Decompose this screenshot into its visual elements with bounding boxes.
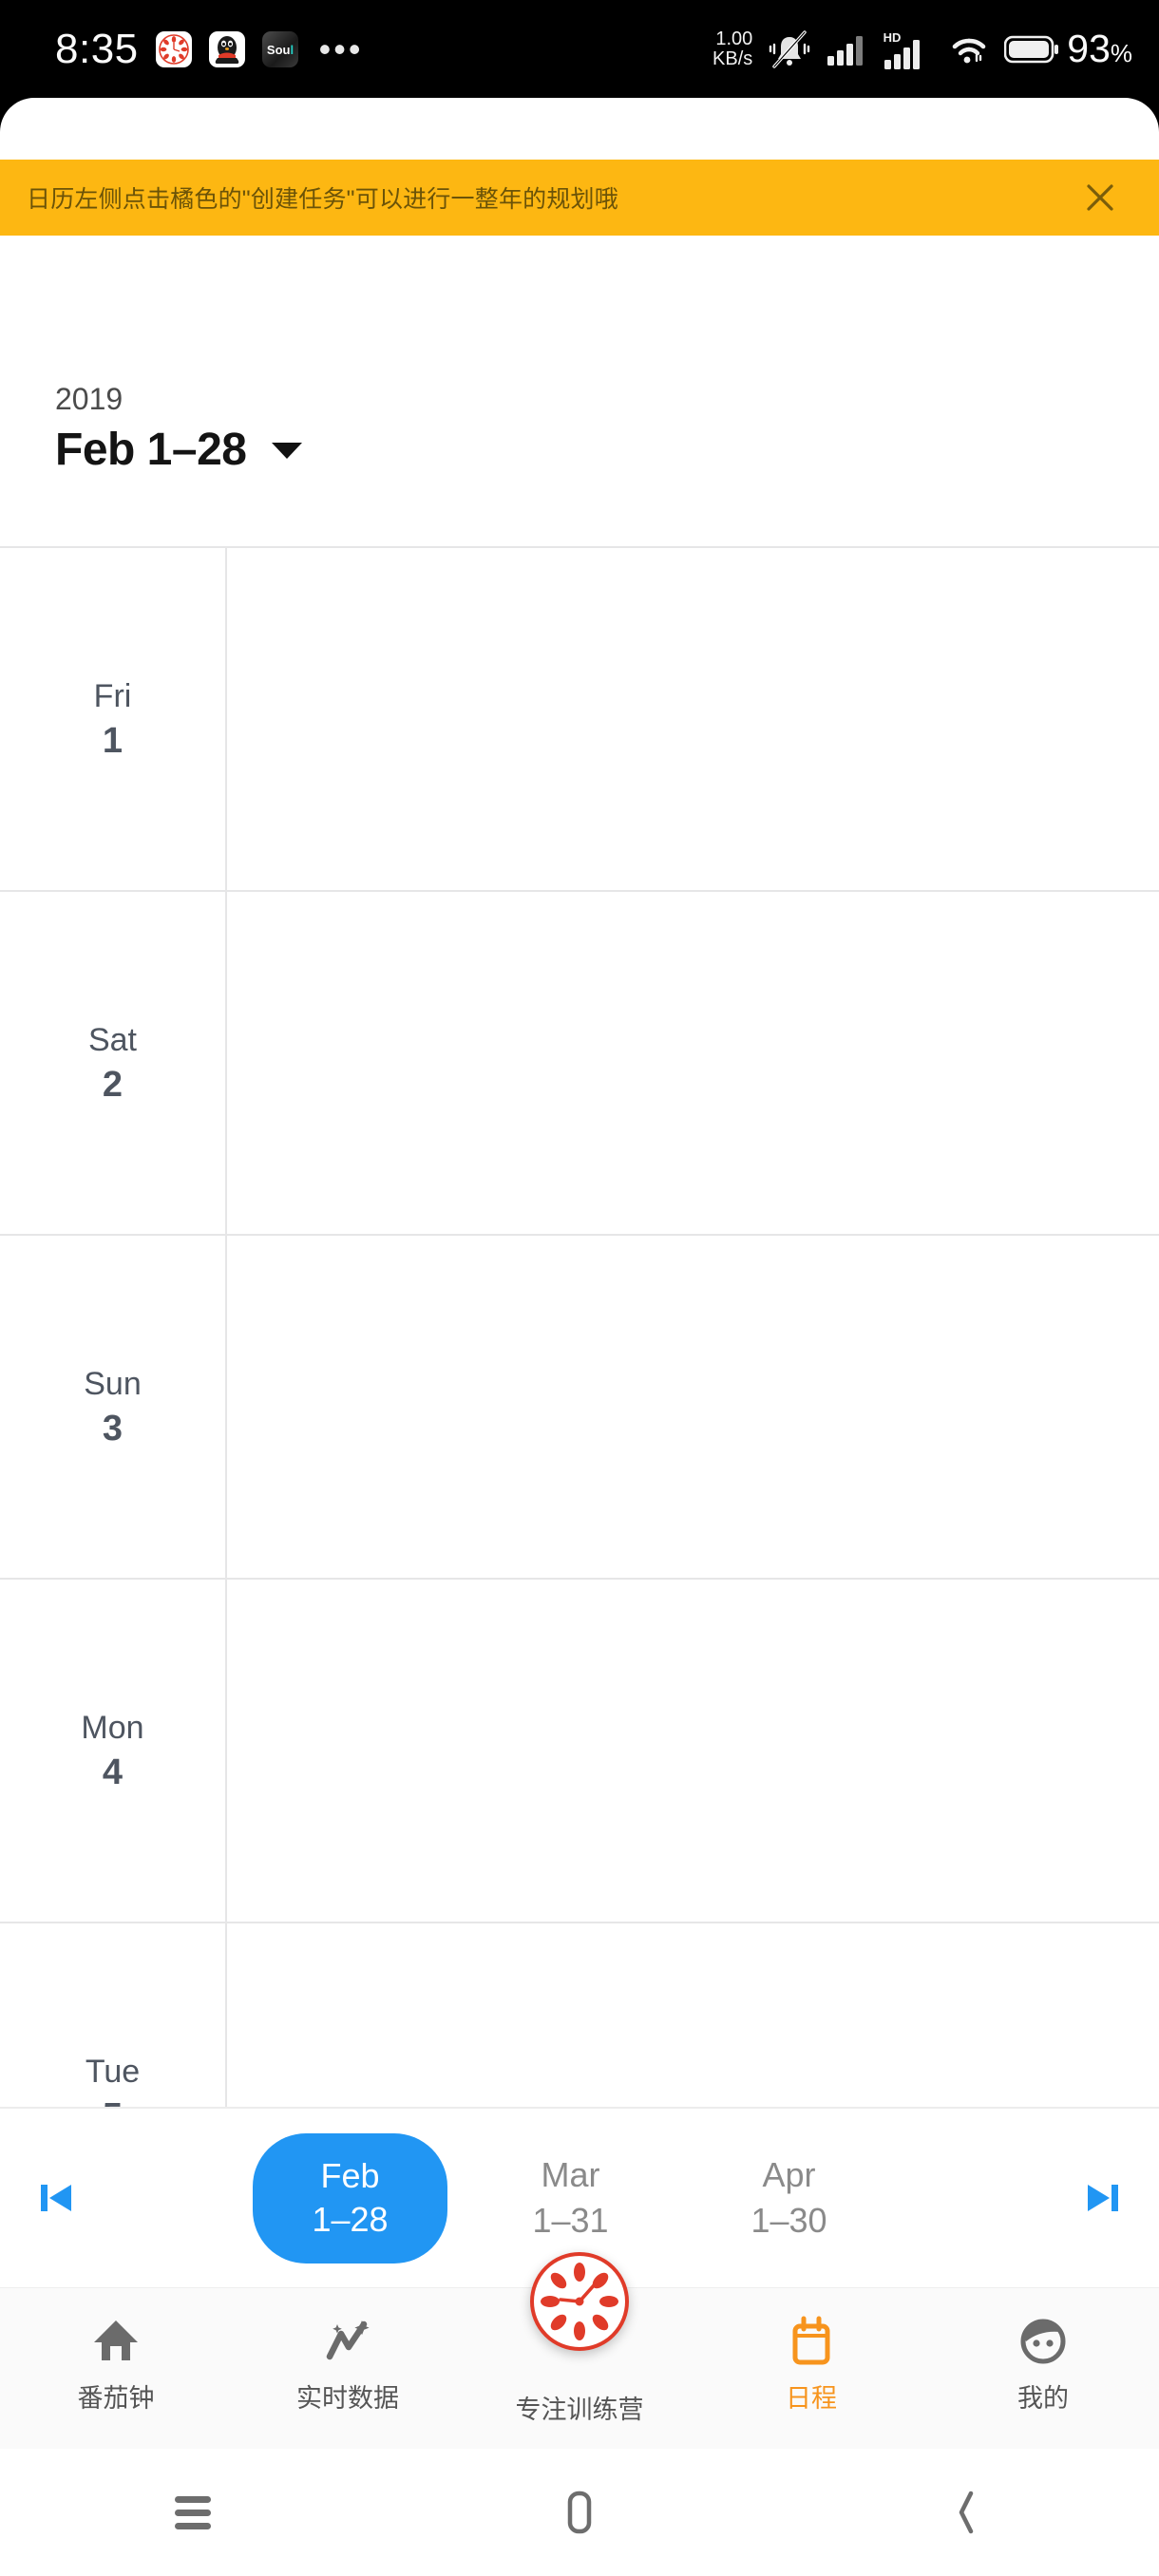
mute-icon (770, 29, 810, 68)
table-row[interactable]: Tue 5 (0, 1923, 1159, 2107)
menu-bar-2 (175, 2509, 212, 2516)
status-bar-overflow-icon: ••• (318, 28, 364, 68)
status-bar: 8:35 Soul ••• 1.00 KB/s HD 93% (0, 0, 1159, 98)
day-number-label: 2 (102, 1065, 124, 1105)
bottom-tab-bar[interactable]: 番茄钟 实时数据 专注训练营 日程 我的 (0, 2252, 1159, 2449)
day-gutter[interactable]: Sat 2 (0, 892, 225, 1234)
day-of-week-label: Fri (93, 678, 132, 714)
day-gutter[interactable]: Tue 5 (0, 1923, 225, 2107)
soul-app-icon: Soul (261, 30, 298, 67)
tab-realtime-data[interactable]: 实时数据 (232, 2288, 464, 2449)
menu-icon[interactable] (122, 2449, 264, 2576)
qq-app-icon (208, 30, 245, 67)
month-range-label: 1–28 (312, 2200, 389, 2239)
tab-focus-camp[interactable]: 专注训练营 (464, 2252, 695, 2449)
day-of-week-label: Sun (84, 1366, 142, 1402)
day-number-label: 1 (102, 721, 124, 761)
tab-pomodoro[interactable]: 番茄钟 (0, 2288, 232, 2449)
hd-signal-icon: HD (884, 30, 921, 69)
back-chevron-icon[interactable] (895, 2449, 1037, 2576)
table-row[interactable]: Sat 2 (0, 892, 1159, 1236)
day-number-label: 3 (102, 1409, 124, 1449)
network-speed-value: 1.00 (715, 28, 753, 49)
month-chip-active[interactable]: Feb 1–28 (253, 2132, 447, 2263)
prev-month-button[interactable] (0, 2171, 112, 2225)
tab-label: 日程 (786, 2384, 837, 2413)
tab-label: 专注训练营 (515, 2396, 644, 2424)
status-bar-right: 1.00 KB/s HD 93% (712, 27, 1132, 71)
day-gutter[interactable]: Sun 3 (0, 1236, 225, 1578)
month-label: Apr (762, 2155, 816, 2194)
network-speed-unit: KB/s (712, 47, 753, 69)
hd-label: HD (884, 30, 902, 45)
phone-screen: 8:35 Soul ••• 1.00 KB/s HD 93% 日历左侧点击橘色的… (0, 0, 1159, 2576)
tab-label: 实时数据 (296, 2384, 399, 2413)
close-icon[interactable] (1079, 177, 1121, 218)
tomato-clock-icon[interactable] (530, 2252, 629, 2351)
home-square-icon[interactable] (508, 2449, 651, 2576)
calendar-day-list[interactable]: Fri 1 Sat 2 Sun 3 Mon 4 Tue (0, 546, 1159, 2107)
day-number-label: 5 (103, 2093, 123, 2107)
signal-icon (827, 35, 864, 66)
date-header[interactable]: 2019 Feb 1–28 (55, 380, 305, 476)
realtime-chart-icon (320, 2311, 375, 2370)
chevron-down-icon[interactable] (269, 439, 305, 466)
status-bar-left: 8:35 Soul ••• (55, 26, 363, 73)
month-range-label: 1–30 (750, 2201, 827, 2240)
day-gutter[interactable]: Mon 4 (0, 1580, 225, 1922)
page-title: Feb 1–28 (55, 425, 247, 475)
tab-label: 番茄钟 (77, 2384, 155, 2413)
tip-banner[interactable]: 日历左侧点击橘色的"创建任务"可以进行一整年的规划哦 (0, 160, 1159, 236)
battery-percent-label: 93% (1067, 27, 1132, 70)
skip-next-icon[interactable] (1076, 2171, 1130, 2225)
month-item[interactable]: Apr 1–30 (692, 2152, 886, 2244)
skip-previous-icon[interactable] (29, 2171, 83, 2225)
battery-indicator: 93% (1004, 27, 1132, 71)
calendar-icon (784, 2311, 839, 2370)
battery-icon (1004, 35, 1059, 63)
table-row[interactable]: Fri 1 (0, 548, 1159, 892)
month-range-label: 1–31 (532, 2201, 609, 2240)
home-icon (88, 2311, 143, 2370)
network-speed-indicator: 1.00 KB/s (712, 28, 753, 69)
status-bar-clock: 8:35 (55, 25, 139, 72)
day-number-label: 4 (102, 1752, 124, 1792)
android-nav-bar[interactable] (0, 2449, 1159, 2576)
month-label: Mar (541, 2155, 600, 2194)
day-of-week-label: Tue (85, 2054, 141, 2090)
tab-label: 我的 (1017, 2384, 1069, 2413)
menu-bar-3 (175, 2522, 212, 2529)
date-range-row[interactable]: Feb 1–28 (55, 424, 305, 476)
year-label: 2019 (55, 382, 124, 416)
svg-text:Soul: Soul (267, 43, 294, 57)
tab-profile[interactable]: 我的 (927, 2288, 1159, 2449)
profile-icon (1016, 2311, 1071, 2370)
table-row[interactable]: Sun 3 (0, 1236, 1159, 1580)
wifi-icon (952, 38, 986, 63)
day-of-week-label: Sat (87, 1022, 138, 1058)
day-gutter[interactable]: Fri 1 (0, 548, 225, 890)
menu-bar-1 (175, 2495, 212, 2503)
next-month-button[interactable] (1047, 2171, 1159, 2225)
month-label: Feb (320, 2156, 380, 2195)
tip-banner-text: 日历左侧点击橘色的"创建任务"可以进行一整年的规划哦 (27, 186, 618, 213)
table-row[interactable]: Mon 4 (0, 1580, 1159, 1923)
day-of-week-label: Mon (81, 1710, 144, 1746)
month-item[interactable]: Mar 1–31 (473, 2152, 668, 2244)
tomato-clock-app-icon (155, 30, 192, 67)
tab-schedule[interactable]: 日程 (695, 2288, 927, 2449)
